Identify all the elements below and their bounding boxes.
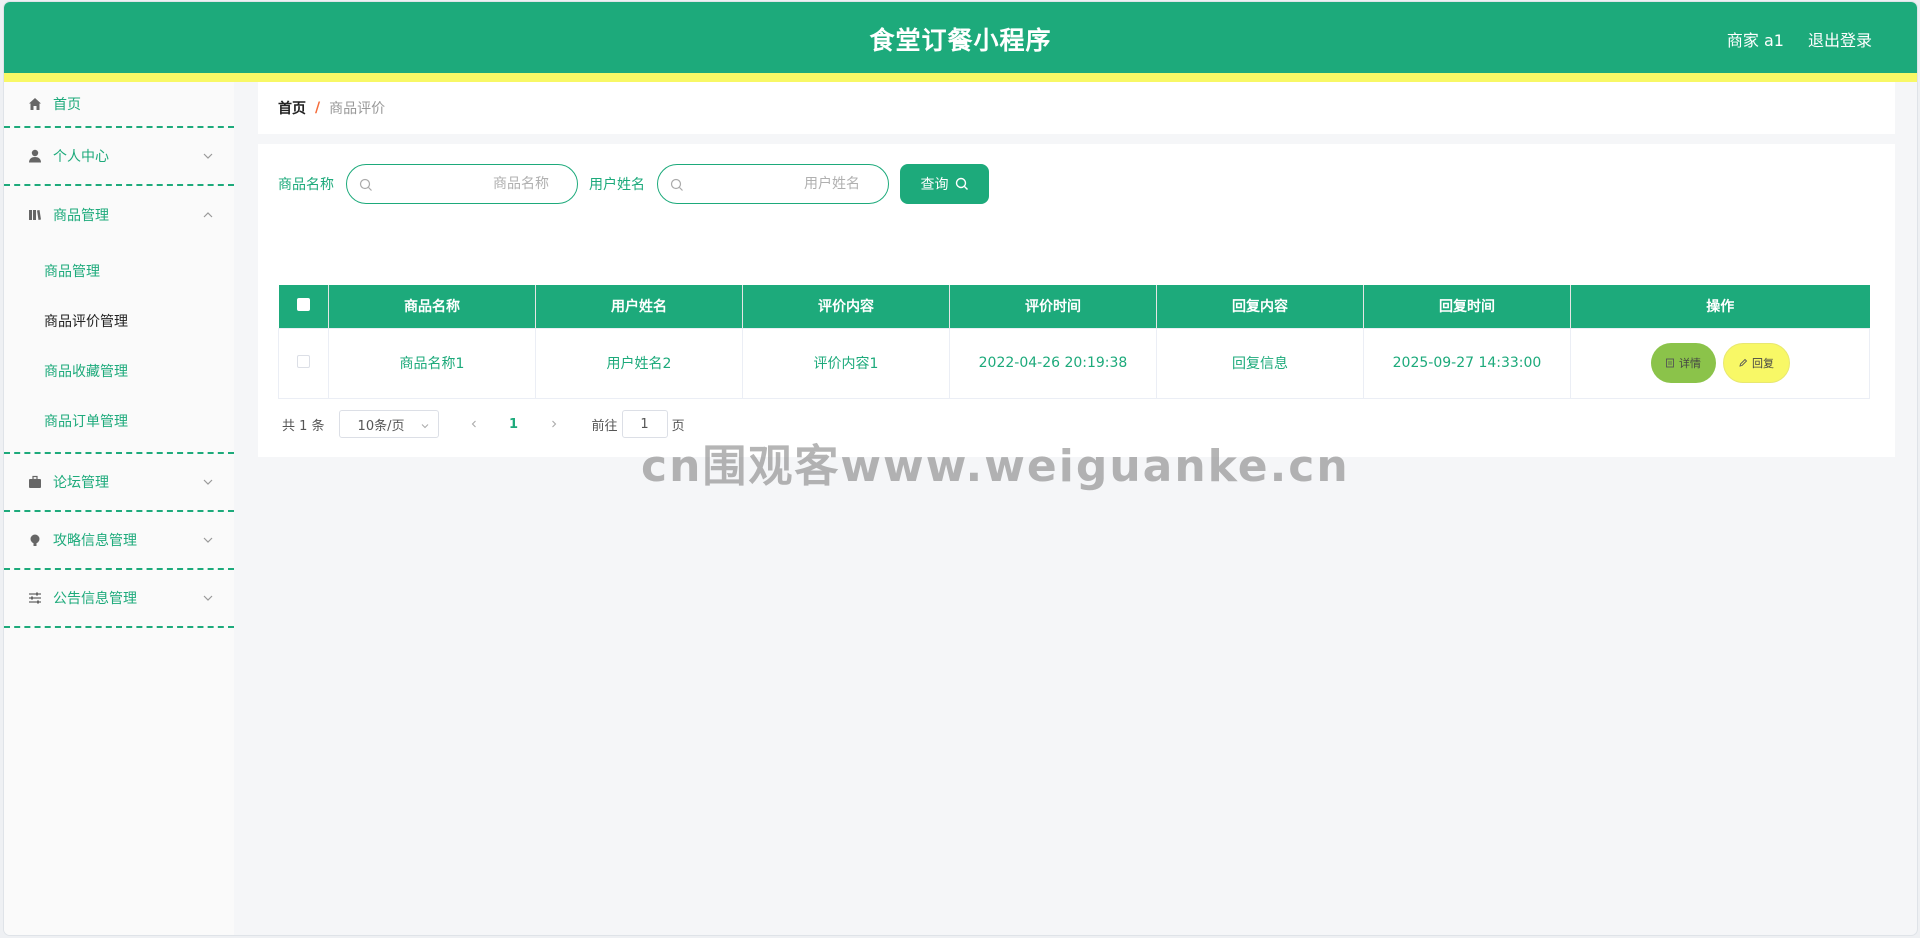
search-icon [670, 177, 684, 191]
user-area: 商家 a1 退出登录 [1727, 27, 1872, 51]
breadcrumb-current: 商品评价 [329, 101, 386, 117]
chevron-down-icon [202, 150, 214, 162]
sidebar-item-label: 论坛管理 [53, 475, 109, 491]
sidebar-item-label: 攻略信息管理 [53, 533, 137, 549]
sidebar-item-label: 首页 [53, 97, 81, 113]
document-icon [1666, 358, 1674, 368]
table-row: 商品名称1 用户姓名2 评价内容1 2022-04-26 20:19:38 回复… [278, 327, 1870, 399]
goto-page: 前往 页 [592, 410, 685, 438]
reply-button[interactable]: 回复 [1722, 343, 1790, 383]
briefcase-icon [27, 474, 43, 490]
submenu-item-product-review-management[interactable]: 商品评价管理 [4, 296, 234, 346]
app-title: 食堂订餐小程序 [869, 26, 1052, 55]
user-icon [27, 148, 43, 164]
sidebar-item-forum-management[interactable]: 论坛管理 [4, 454, 234, 512]
logout-link[interactable]: 退出登录 [1808, 27, 1872, 51]
cell-reply-time: 2025-09-27 14:33:00 [1363, 327, 1571, 399]
breadcrumb: 首页 / 商品评价 [258, 82, 1895, 134]
sidebar-item-label: 公告信息管理 [53, 591, 137, 607]
user-name-label: 用户姓名 [589, 177, 645, 193]
bulb-icon [27, 532, 43, 548]
row-checkbox[interactable] [297, 354, 310, 368]
main-content: 首页 / 商品评价 商品名称 用户姓名 [258, 82, 1895, 457]
sidebar-item-home[interactable]: 首页 [4, 82, 234, 128]
content-panel: 商品名称 用户姓名 查询 [258, 144, 1895, 457]
query-button-label: 查询 [920, 177, 949, 193]
header-accent-strip [4, 73, 1917, 82]
pagination-total: 共 1 条 [282, 418, 325, 434]
review-table: 商品名称 用户姓名 评价内容 评价时间 回复内容 回复时间 操作 商品名称1 用… [278, 285, 1870, 399]
column-header: 用户姓名 [535, 285, 743, 328]
chevron-down-icon [202, 592, 214, 604]
table-header-row: 商品名称 用户姓名 评价内容 评价时间 回复内容 回复时间 操作 [278, 285, 1870, 328]
column-header: 操作 [1570, 285, 1870, 328]
chevron-right-icon [551, 420, 556, 428]
home-icon [27, 96, 43, 112]
select-all-cell [278, 285, 329, 328]
search-icon [955, 177, 968, 190]
reply-button-label: 回复 [1752, 357, 1774, 370]
row-select-cell [278, 327, 329, 399]
chevron-down-icon [202, 534, 214, 546]
chevron-down-icon [420, 420, 430, 430]
column-header: 回复内容 [1156, 285, 1364, 328]
column-header: 评价内容 [742, 285, 950, 328]
cell-review-content: 评价内容1 [742, 327, 950, 399]
edit-icon [1739, 358, 1748, 367]
product-submenu: 商品管理 商品评价管理 商品收藏管理 商品订单管理 [4, 244, 234, 454]
chevron-up-icon [202, 209, 214, 221]
product-name-field [346, 164, 578, 204]
cell-reply-content: 回复信息 [1156, 327, 1364, 399]
top-header: 食堂订餐小程序 商家 a1 退出登录 [4, 2, 1917, 73]
detail-button[interactable]: 详情 [1650, 343, 1716, 383]
submenu-item-product-favorites-management[interactable]: 商品收藏管理 [4, 346, 234, 396]
pagination: 共 1 条 10条/页 1 前往 页 [282, 410, 685, 438]
chevron-down-icon [202, 476, 214, 488]
current-user: 商家 a1 [1726, 31, 1784, 50]
column-header: 商品名称 [328, 285, 536, 328]
product-name-input[interactable] [381, 173, 549, 195]
sidebar-item-label: 个人中心 [53, 149, 109, 165]
goto-label: 前往 [591, 418, 618, 434]
app-window: 食堂订餐小程序 商家 a1 退出登录 首页 个人中心 商品管理 商品管理 商品评… [4, 2, 1917, 935]
cell-actions: 详情 回复 [1570, 327, 1870, 399]
submenu-item-product-management[interactable]: 商品管理 [4, 246, 234, 296]
search-icon [359, 177, 373, 191]
sidebar-item-notice-info-management[interactable]: 公告信息管理 [4, 570, 234, 628]
book-icon [27, 207, 43, 223]
sidebar-item-label: 商品管理 [53, 208, 109, 224]
page-size-value: 10条/页 [357, 418, 405, 434]
sidebar: 首页 个人中心 商品管理 商品管理 商品评价管理 商品收藏管理 商品订单管理 论… [4, 82, 234, 935]
sliders-icon [27, 590, 43, 606]
user-name-input[interactable] [692, 173, 860, 195]
breadcrumb-home[interactable]: 首页 [278, 98, 306, 118]
product-name-label: 商品名称 [278, 177, 334, 193]
sidebar-item-guide-info-management[interactable]: 攻略信息管理 [4, 512, 234, 570]
user-name-field [657, 164, 889, 204]
cell-product-name: 商品名称1 [328, 327, 536, 399]
select-all-checkbox[interactable] [296, 297, 310, 311]
chevron-left-icon [471, 420, 476, 428]
query-button[interactable]: 查询 [900, 164, 989, 204]
submenu-item-product-orders-management[interactable]: 商品订单管理 [4, 396, 234, 446]
goto-suffix: 页 [671, 418, 685, 434]
search-bar: 商品名称 用户姓名 查询 [278, 164, 989, 204]
sidebar-item-product-management[interactable]: 商品管理 [4, 186, 234, 244]
next-page-button[interactable] [540, 410, 568, 438]
column-header: 回复时间 [1363, 285, 1571, 328]
breadcrumb-separator: / [315, 100, 321, 116]
page-size-select[interactable]: 10条/页 [338, 410, 439, 438]
goto-page-input[interactable] [621, 410, 668, 438]
prev-page-button[interactable] [460, 410, 488, 438]
cell-review-time: 2022-04-26 20:19:38 [949, 327, 1157, 399]
column-header: 评价时间 [949, 285, 1157, 328]
cell-user-name: 用户姓名2 [535, 327, 743, 399]
page-number[interactable]: 1 [500, 410, 528, 438]
detail-button-label: 详情 [1679, 357, 1701, 370]
sidebar-item-personal-center[interactable]: 个人中心 [4, 128, 234, 186]
